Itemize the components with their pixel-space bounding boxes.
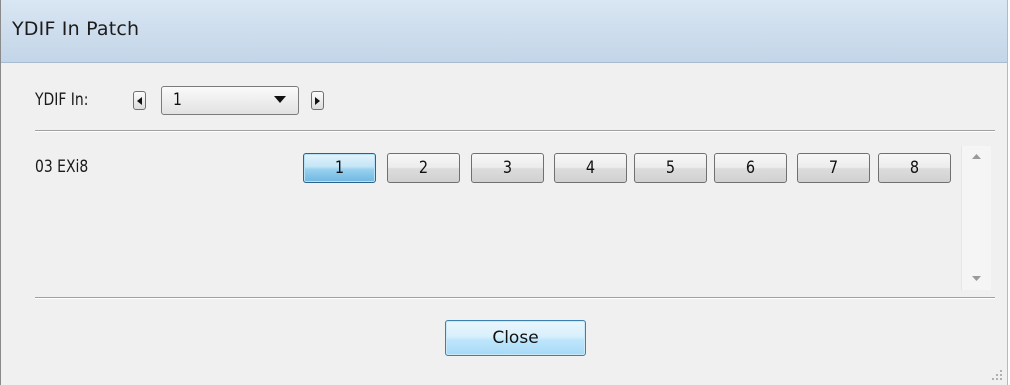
arrow-right-icon xyxy=(315,97,320,105)
top-divider xyxy=(35,130,995,132)
ydif-in-select[interactable]: 1 xyxy=(161,86,299,115)
next-ydif-button[interactable] xyxy=(311,91,324,110)
patch-button-5[interactable]: 5 xyxy=(634,153,707,183)
scroll-down-icon xyxy=(972,276,981,281)
ydif-in-patch-dialog: YDIF In Patch YDIF In: 1 03 EXi8 1 2 3 4… xyxy=(0,0,1008,385)
patch-button-8[interactable]: 8 xyxy=(878,153,951,183)
patch-button-label: 5 xyxy=(665,158,676,178)
patch-button-label: 1 xyxy=(334,158,345,178)
patch-button-3[interactable]: 3 xyxy=(471,153,544,183)
close-button-label: Close xyxy=(492,328,539,348)
patch-button-label: 3 xyxy=(502,158,513,178)
patch-button-4[interactable]: 4 xyxy=(554,153,627,183)
patch-button-label: 2 xyxy=(418,158,429,178)
patch-button-1[interactable]: 1 xyxy=(303,153,376,183)
patch-button-label: 7 xyxy=(828,158,839,178)
ydif-in-selected-value: 1 xyxy=(173,90,182,110)
window-title: YDIF In Patch xyxy=(12,18,140,40)
patch-button-6[interactable]: 6 xyxy=(714,153,787,183)
resize-grip-icon[interactable] xyxy=(991,369,1003,381)
close-button[interactable]: Close xyxy=(445,320,586,356)
device-label: 03 EXi8 xyxy=(35,157,89,177)
patch-button-label: 8 xyxy=(909,158,920,178)
arrow-left-icon xyxy=(137,97,142,105)
title-bar[interactable]: YDIF In Patch xyxy=(1,0,1007,63)
scroll-down-button[interactable] xyxy=(962,268,991,290)
dropdown-caret-icon xyxy=(274,96,286,103)
prev-ydif-button[interactable] xyxy=(133,91,146,110)
patch-button-2[interactable]: 2 xyxy=(387,153,460,183)
patch-button-7[interactable]: 7 xyxy=(797,153,870,183)
scroll-up-icon xyxy=(972,154,981,159)
vertical-scrollbar[interactable] xyxy=(961,146,991,290)
patch-button-label: 6 xyxy=(745,158,756,178)
bottom-divider xyxy=(35,297,995,299)
ydif-in-label: YDIF In: xyxy=(35,90,89,110)
scroll-up-button[interactable] xyxy=(962,146,991,168)
patch-button-label: 4 xyxy=(585,158,596,178)
